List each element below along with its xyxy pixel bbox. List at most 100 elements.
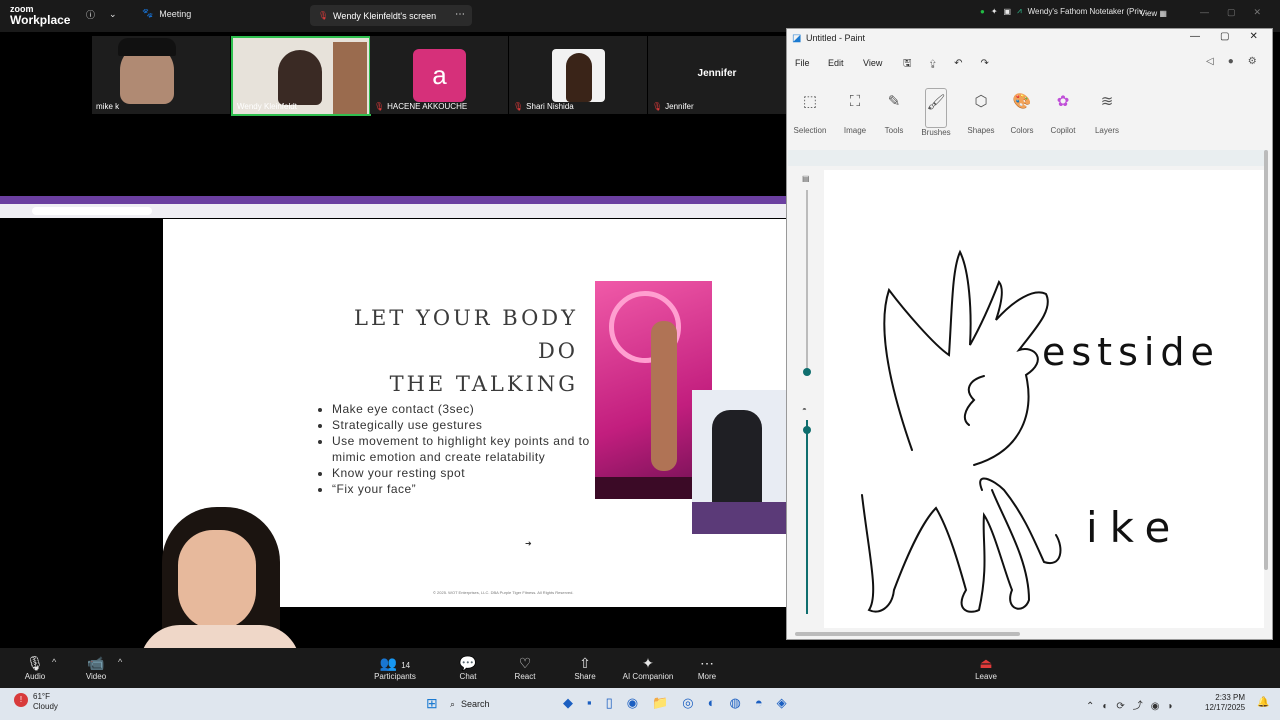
video-button[interactable]: 📹 Video [66, 654, 126, 681]
weather-widget[interactable]: 61°F Cloudy [33, 692, 58, 712]
chat-button[interactable]: 💬 Chat [438, 654, 498, 681]
windows-start-icon[interactable]: ⊞ [426, 695, 438, 712]
quick-actions[interactable]: 🖫⇪↶↷ [903, 56, 1007, 73]
shield-icon: ● [980, 6, 985, 16]
tool-brushes[interactable]: 🖌 Brushes [911, 88, 961, 137]
participant-tile-shari[interactable]: 🎙 Shari Nishida [509, 36, 647, 114]
slide-footer: © 2025. WOT Enterprises, LLC. DBA Purple… [433, 590, 574, 595]
participants-label: Participants [374, 672, 416, 681]
name-text: Jennifer [665, 102, 694, 111]
meeting-info-icon[interactable]: ⓘ ⌄ [86, 8, 117, 21]
zoom-logo: zoom Workplace [10, 4, 71, 27]
tool-label: Shapes [967, 126, 995, 135]
opacity-slider[interactable] [806, 420, 808, 614]
leave-label: Leave [975, 672, 997, 681]
slide-title: LET YOUR BODY DO THE TALKING [313, 302, 578, 401]
canvas-text-2: ike [1086, 503, 1182, 552]
address-bar [32, 207, 152, 215]
view-button[interactable]: View ▦ [1140, 9, 1167, 18]
video-chevron-icon[interactable]: ^ [118, 657, 122, 667]
screen-share-pill[interactable]: 🎙 Wendy Kleinfeldt's screen ⋯ [310, 5, 472, 26]
sparkle-icon: ✦ [642, 655, 654, 671]
paint-app-icon: ◪ [792, 33, 802, 44]
notification-bell-icon[interactable]: 🔔 [1257, 697, 1269, 708]
avatar-photo [566, 53, 592, 102]
clock-date: 12/17/2025 [1205, 703, 1246, 712]
tool-label: Selection [793, 126, 827, 135]
bullet-item: Make eye contact (3sec) [332, 401, 596, 417]
participant-name: 🎙 Shari Nishida [513, 102, 574, 111]
brush-icon: 🖌 [925, 88, 947, 128]
share-button[interactable]: ⇧ Share [555, 654, 615, 681]
mic-muted-icon: 🎙 [513, 102, 524, 111]
logo-line2: Workplace [10, 13, 71, 27]
ai-companion-button[interactable]: ✦ AI Companion [618, 654, 678, 681]
paint-title: Untitled - Paint [806, 33, 866, 43]
participant-tile-jennifer[interactable]: Jennifer 🎙 Jennifer [648, 36, 786, 114]
paint-ruler [788, 150, 1268, 166]
clock-time: 2:33 PM [1215, 693, 1246, 702]
brush-size-slider[interactable] [806, 190, 808, 370]
menu-file[interactable]: File [795, 58, 810, 68]
canvas-text-1: estside [1042, 330, 1220, 374]
weather-alert-badge: ! [14, 693, 28, 707]
notetaker-indicator[interactable]: ● ✦ ▣ ⩘ Wendy's Fathom Notetaker (Priv..… [980, 6, 1149, 16]
presenter-mic-icon: 🎙 [318, 11, 329, 20]
more-label: More [697, 672, 717, 681]
search-icon: ⌕ [450, 698, 456, 709]
participant-tile-mike[interactable]: mike k [92, 36, 230, 114]
menu-view[interactable]: View [863, 58, 882, 68]
mouse-cursor-icon: ➜ [525, 539, 532, 548]
participant-tile-hacene[interactable]: a 🎙 HACENE AKKOUCHE [370, 36, 508, 114]
self-video[interactable] [130, 505, 310, 648]
taskbar-pinned-apps[interactable]: ◆▪▯◉📁◎◐◍◓◈ [563, 695, 801, 711]
react-button[interactable]: ♡ React [495, 654, 555, 681]
system-tray-icons[interactable]: ⌃◐⟳⤴◉◗ [1086, 697, 1182, 712]
more-button[interactable]: ⋯ More [677, 654, 737, 681]
share-label: Share [574, 672, 596, 681]
notetaker-label: Wendy's Fathom Notetaker (Priv... [1027, 6, 1149, 16]
chevron-down-icon[interactable]: ⌄ [109, 9, 117, 20]
slider-thumb[interactable] [803, 426, 811, 434]
chat-icon: 💬 [459, 655, 477, 671]
brush-size-icon: ▤ [802, 174, 810, 183]
audio-chevron-icon[interactable]: ^ [52, 657, 56, 667]
horizontal-scrollbar[interactable] [795, 632, 1020, 636]
search-label: Search [461, 699, 490, 709]
tool-layers[interactable]: ≋ Layers [1082, 88, 1132, 135]
bullet-item: Strategically use gestures [332, 417, 596, 433]
paint-settings-icons[interactable]: ◁●⚙ [1206, 56, 1271, 67]
canvas-drawing: estside ike [861, 249, 1220, 613]
signal-icon: ⩘ [1017, 6, 1022, 15]
screen-share-label: Wendy Kleinfeldt's screen [333, 11, 437, 21]
leave-button[interactable]: ⏏ Leave [956, 654, 1016, 681]
window-controls[interactable]: —▢✕ [1200, 7, 1279, 18]
tool-copilot[interactable]: ✿ Copilot [1038, 88, 1088, 135]
more-options-icon[interactable]: ⋯ [455, 9, 465, 20]
participant-tile-wendy[interactable]: Wendy Kleinfeldt [231, 36, 371, 116]
tool-selection[interactable]: ⬚ Selection [785, 88, 835, 135]
share-screen-icon: ⇧ [579, 655, 591, 671]
bookshelf [333, 42, 367, 114]
tool-label: Copilot [1050, 126, 1076, 135]
face-shape [178, 530, 256, 630]
heart-icon: ♡ [518, 655, 532, 671]
slide-title-line1: LET YOUR BODY DO [354, 306, 578, 363]
vertical-scrollbar[interactable] [1264, 150, 1268, 570]
react-label: React [514, 672, 536, 681]
menu-edit[interactable]: Edit [828, 58, 844, 68]
slide-photo-speaker [692, 390, 786, 534]
meeting-menu[interactable]: 🐾 Meeting [142, 8, 191, 19]
weather-desc: Cloudy [33, 702, 58, 711]
participants-button[interactable]: 👥 14 Participants [365, 654, 425, 681]
slider-thumb[interactable] [803, 368, 811, 376]
layers-icon: ≋ [1100, 93, 1114, 110]
selection-icon: ⬚ [802, 93, 818, 110]
video-camera-icon: 📹 [87, 655, 105, 671]
paint-window-controls[interactable]: —▢✕ [1190, 31, 1278, 42]
taskbar-clock[interactable]: 2:33 PM 12/17/2025 [1205, 693, 1245, 713]
weather-temp: 61°F [33, 692, 50, 701]
participant-name: 🎙 HACENE AKKOUCHE [374, 102, 467, 111]
chat-label: Chat [459, 672, 477, 681]
bullet-item: “Fix your face” [332, 481, 596, 497]
